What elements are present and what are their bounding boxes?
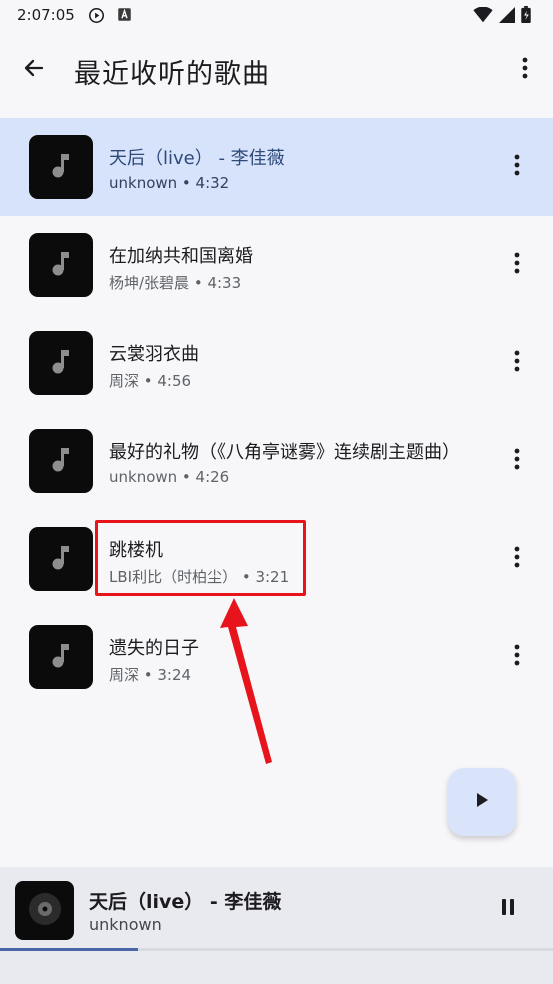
song-artwork [29,625,93,689]
song-more-button[interactable] [509,546,525,572]
pause-button[interactable] [496,897,520,921]
song-row[interactable]: 天后（live） - 李佳薇 unknown • 4:32 [0,118,553,216]
song-subtitle: 杨坤/张碧晨 • 4:33 [109,274,242,292]
song-artwork [29,429,93,493]
music-note-icon [49,641,73,673]
more-vert-icon [514,546,520,572]
more-vert-icon [514,350,520,376]
song-subtitle: 周深 • 4:56 [109,372,192,390]
back-button[interactable] [18,54,50,86]
mini-player[interactable]: 天后（live） - 李佳薇 unknown [0,867,553,984]
annotation-arrow [220,598,280,772]
song-more-button[interactable] [509,350,525,376]
song-more-button[interactable] [509,644,525,670]
song-artwork [29,527,93,591]
vinyl-disc-icon [27,891,63,931]
more-vert-icon [514,154,520,180]
more-vert-icon [514,252,520,278]
song-artwork [29,135,93,199]
song-row[interactable]: 最好的礼物（《八角亭谜雾》连续剧主题曲） unknown • 4:26 [0,412,553,510]
app-bar: 最近收听的歌曲 [0,40,553,100]
song-subtitle: unknown • 4:26 [109,468,230,486]
song-more-button[interactable] [509,448,525,474]
song-artwork [29,233,93,297]
now-playing-artwork [15,881,74,940]
playback-progress-fill [0,948,139,951]
song-title: 天后（live） - 李佳薇 [109,148,285,169]
music-note-icon [49,543,73,575]
music-note-icon [49,249,73,281]
battery-icon [521,6,531,27]
song-row[interactable]: 云裳羽衣曲 周深 • 4:56 [0,314,553,412]
now-playing-title: 天后（live） - 李佳薇 [89,891,282,913]
screen: 2:07:05 最近收听的歌曲 天后（live） - 李佳薇 unknown •… [0,0,553,984]
annotation-highlight-box [95,520,306,596]
now-playing-artist: unknown [89,915,162,934]
song-artwork [29,331,93,395]
status-time: 2:07:05 [17,6,75,24]
play-icon [474,791,490,813]
song-more-button[interactable] [509,154,525,180]
play-all-fab[interactable] [448,768,516,836]
overflow-menu-button[interactable] [515,54,535,86]
song-more-button[interactable] [509,252,525,278]
song-subtitle: unknown • 4:32 [109,174,230,192]
signal-icon [499,6,515,27]
more-vert-icon [522,57,528,83]
arrow-back-icon [22,56,46,84]
song-title: 在加纳共和国离婚 [109,246,253,267]
wifi-icon [473,6,493,27]
music-note-icon [49,445,73,477]
playback-progress-bar[interactable] [0,948,553,951]
a-box-icon [117,7,132,26]
song-title: 遗失的日子 [109,638,199,659]
pause-icon [500,898,516,920]
status-bar: 2:07:05 [0,0,553,32]
song-title: 最好的礼物（《八角亭谜雾》连续剧主题曲） [109,442,460,463]
song-subtitle: 周深 • 3:24 [109,666,192,684]
page-title: 最近收听的歌曲 [74,59,270,90]
song-row[interactable]: 在加纳共和国离婚 杨坤/张碧晨 • 4:33 [0,216,553,314]
more-vert-icon [514,448,520,474]
status-right-icons [473,6,531,27]
music-note-icon [49,347,73,379]
play-circle-icon [88,7,105,28]
more-vert-icon [514,644,520,670]
song-title: 云裳羽衣曲 [109,344,199,365]
music-note-icon [49,151,73,183]
